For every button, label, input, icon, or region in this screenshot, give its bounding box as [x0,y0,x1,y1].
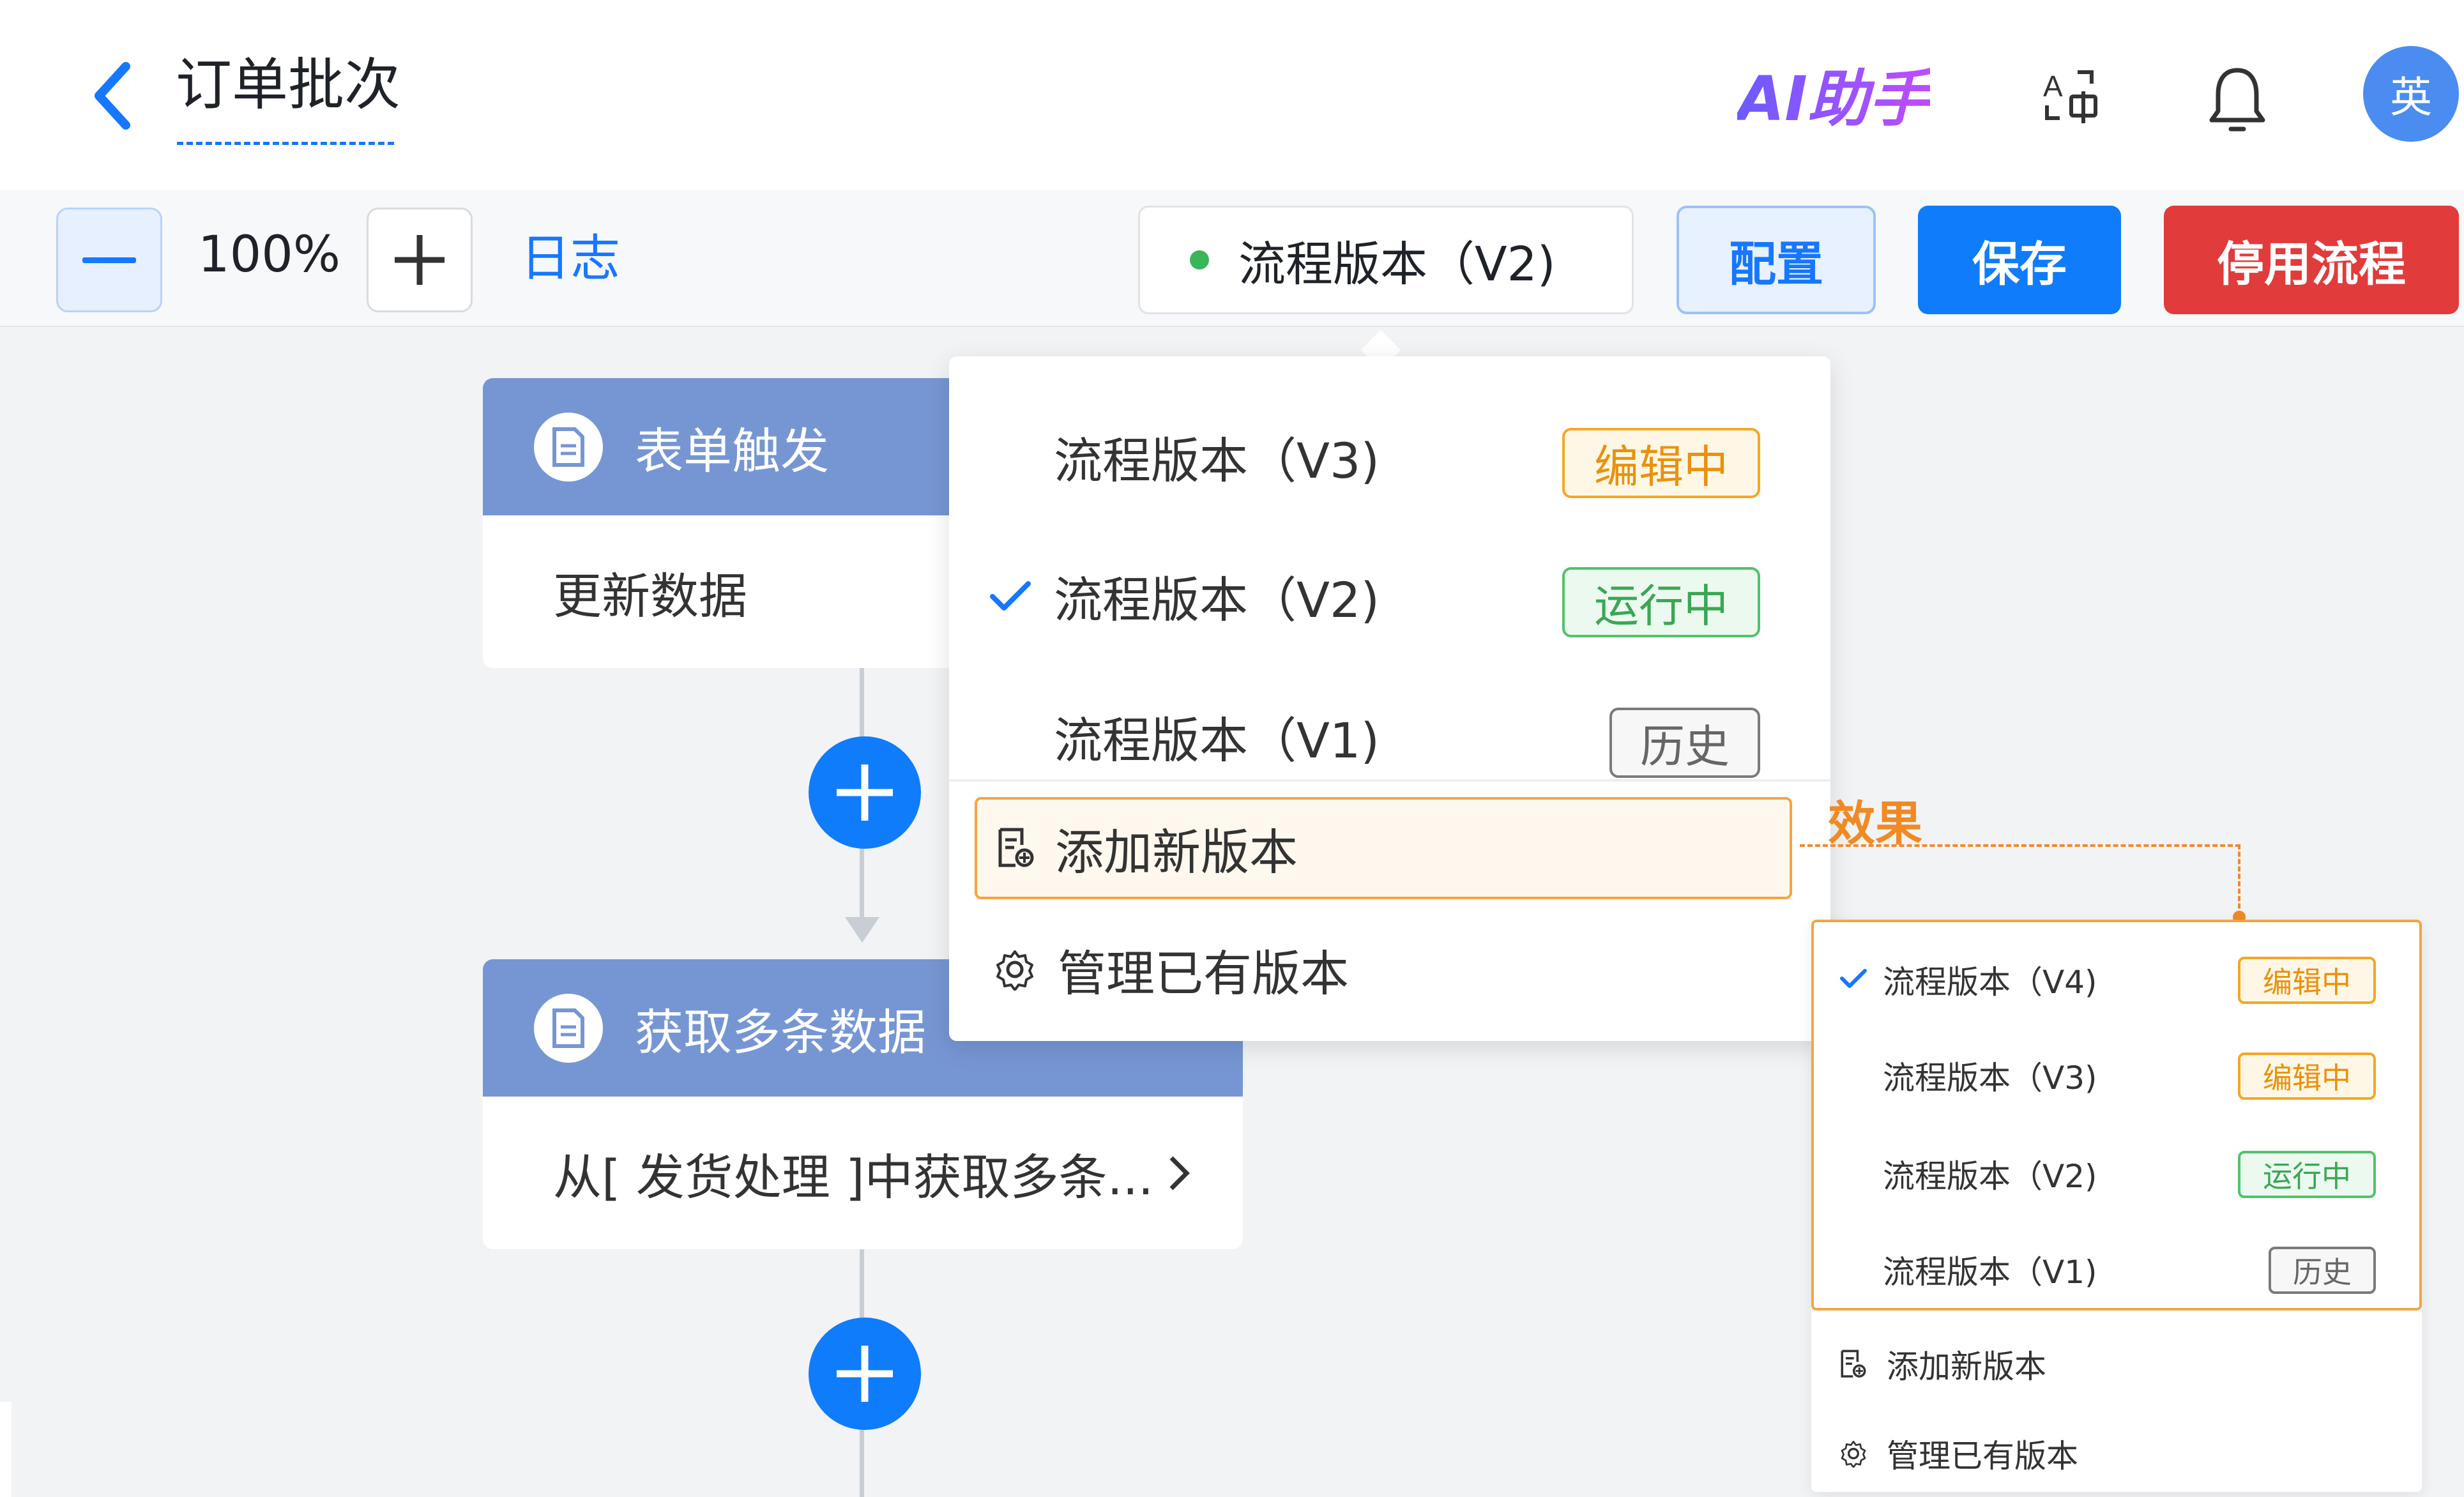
page-title-underline [177,142,394,145]
plus-icon [837,1346,893,1402]
status-badge-running: 运行中 [2238,1151,2376,1198]
manage-versions-label: 管理已有版本 [1058,945,1349,1002]
document-icon [534,412,603,482]
check-icon [990,581,1031,611]
status-badge-editing: 编辑中 [2238,1052,2376,1100]
node-title: 获取多条数据 [635,1003,926,1061]
version-option[interactable]: 流程版本（V1) 历史 [949,668,1830,796]
gear-icon [996,950,1033,991]
config-button-label: 配置 [1729,236,1823,292]
connector-arrow [845,917,879,943]
minus-icon [82,257,136,263]
status-badge-history: 历史 [1609,708,1760,778]
node-body-text: 从[ 发货处理 ]中获取多条... [553,1149,1154,1206]
mockup-add-version-option[interactable]: 添加新版本 [1839,1332,2389,1396]
page-title[interactable]: 订单批次 [176,50,400,120]
svg-text:A: A [2043,70,2063,103]
annotation-line-h [1800,844,2240,847]
zoom-out-button[interactable] [56,208,162,312]
save-button[interactable]: 保存 [1918,206,2121,314]
version-option-label: 流程版本（V1) [1054,712,1380,769]
mockup-version-option[interactable]: 流程版本（V3) 编辑中 [1811,1035,2422,1111]
gear-icon [1841,1441,1866,1468]
chevron-right-icon[interactable] [1166,1154,1192,1192]
canvas-left-strip [0,1402,11,1497]
add-version-option[interactable]: 添加新版本 [975,797,1792,899]
mockup-version-label: 流程版本（V2) [1883,1158,2097,1195]
add-node-button[interactable] [809,1318,921,1430]
status-badge-history: 历史 [2269,1247,2376,1294]
mockup-version-label: 流程版本（V3) [1883,1060,2097,1097]
status-badge-editing: 编辑中 [2238,957,2376,1004]
mockup-manage-versions-option[interactable]: 管理已有版本 [1839,1422,2389,1486]
annotation-line-v [2238,844,2240,916]
toolbar: 100% 日志 流程版本（V2) 配置 保存 停用流程 [0,190,2464,327]
add-document-icon [998,828,1034,867]
mockup-version-label: 流程版本（V4) [1883,964,2097,1001]
add-node-button[interactable] [809,736,921,849]
mockup-version-label: 流程版本（V1) [1883,1254,2097,1291]
zoom-level: 100% [198,226,340,284]
mockup-add-version-label: 添加新版本 [1887,1348,2046,1385]
status-badge-running: 运行中 [1562,567,1760,637]
log-link[interactable]: 日志 [521,227,620,291]
ai-assistant-button[interactable]: AI助手 [1737,61,1930,137]
mockup-version-option-selected[interactable]: 流程版本（V4) 编辑中 [1811,939,2422,1015]
mockup-manage-versions-label: 管理已有版本 [1887,1438,2078,1475]
version-option-label: 流程版本（V2) [1054,572,1380,628]
dropdown-divider [949,779,1830,782]
back-icon[interactable] [86,57,144,134]
node-title: 表单触发 [635,422,829,480]
save-button-label: 保存 [1972,236,2067,292]
node-body: 从[ 发货处理 ]中获取多条... [483,1097,1243,1249]
mockup-version-option[interactable]: 流程版本（V1) 历史 [1811,1229,2422,1305]
version-option-selected[interactable]: 流程版本（V2) 运行中 [949,528,1830,655]
bell-icon[interactable] [2207,64,2268,134]
add-document-icon [1841,1349,1866,1378]
check-icon [1840,969,1867,988]
plus-icon [395,235,445,285]
version-option-label: 流程版本（V3) [1054,432,1380,489]
translate-icon[interactable]: A [2041,67,2102,128]
config-button[interactable]: 配置 [1677,206,1876,314]
disable-flow-button[interactable]: 停用流程 [2164,206,2459,314]
version-selector-label: 流程版本（V2) [1238,236,1556,292]
plus-icon [837,764,893,821]
version-option[interactable]: 流程版本（V3) 编辑中 [949,388,1830,516]
disable-flow-button-label: 停用流程 [2217,236,2406,292]
status-dot [1190,250,1209,270]
mockup-dropdown: 流程版本（V4) 编辑中 流程版本（V3) 编辑中 流程版本（V2) 运行中 流… [1811,920,2422,1492]
mockup-version-option[interactable]: 流程版本（V2) 运行中 [1811,1133,2422,1210]
status-badge-editing: 编辑中 [1562,428,1760,498]
header-bar: 订单批次 AI助手 A 英 [0,0,2464,190]
avatar[interactable]: 英 [2363,46,2459,142]
version-dropdown: 流程版本（V3) 编辑中 流程版本（V2) 运行中 流程版本（V1) 历史 添加… [949,356,1830,1041]
avatar-text: 英 [2390,73,2432,122]
version-selector[interactable]: 流程版本（V2) [1138,206,1634,314]
document-icon [534,993,603,1063]
manage-versions-option[interactable]: 管理已有版本 [994,918,1792,1021]
add-version-label: 添加新版本 [1055,824,1298,881]
zoom-in-button[interactable] [367,208,473,312]
